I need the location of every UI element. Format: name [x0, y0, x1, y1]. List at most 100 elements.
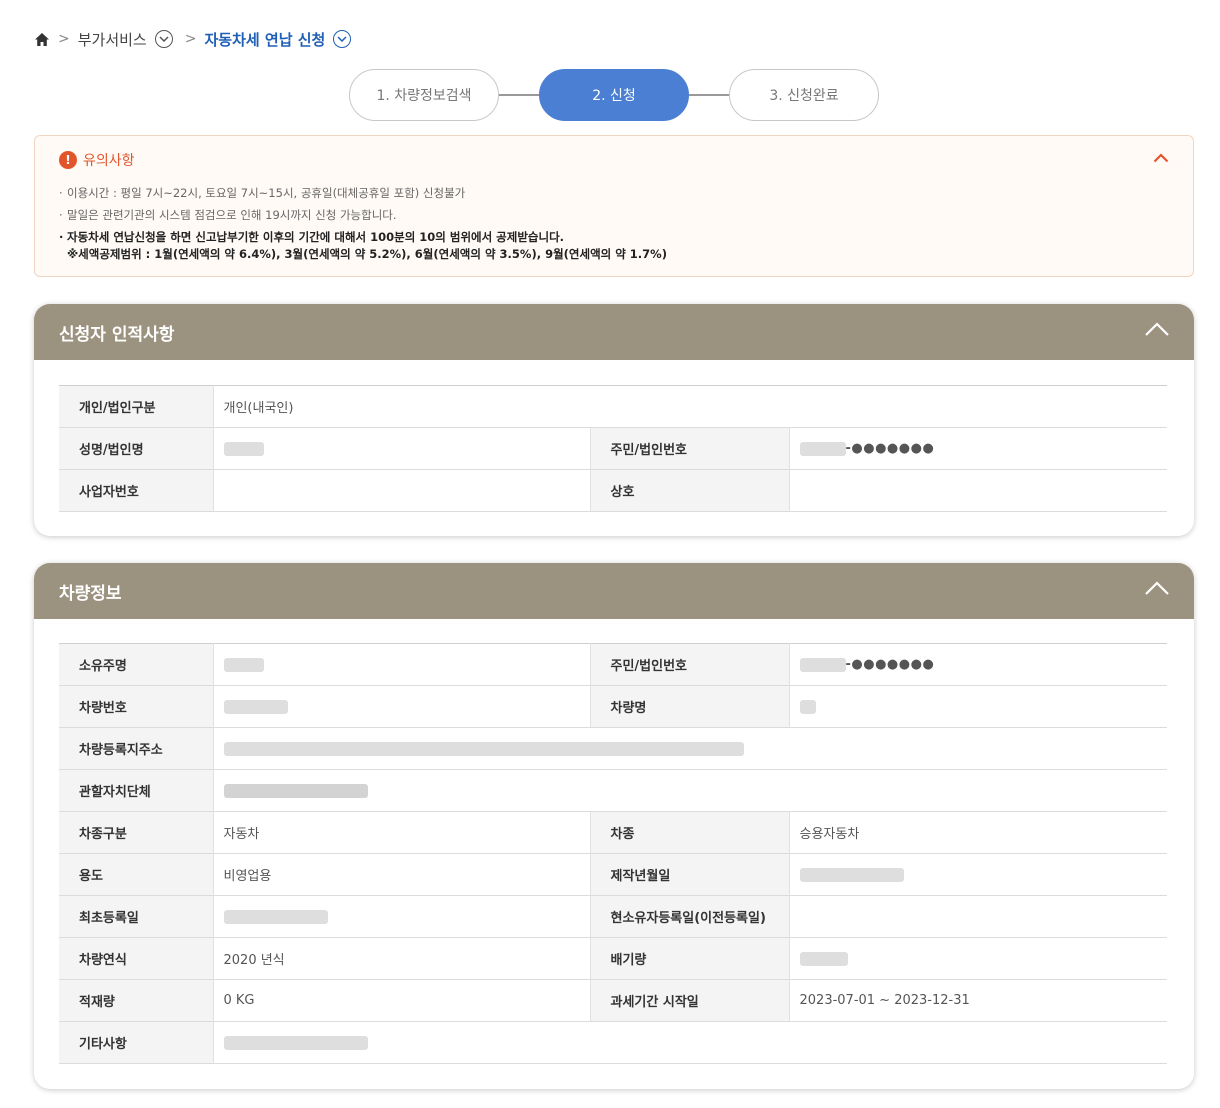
value-rrn: -●●●●●●●	[788, 643, 1167, 686]
step-vehicle-search: 1. 차량정보검색	[349, 69, 499, 121]
redacted-value	[223, 909, 328, 924]
table-row: 적재량 0 KG 과세기간 시작일 2023-07-01 ~ 2023-12-3…	[59, 979, 1167, 1022]
label-owner: 소유주명	[59, 643, 213, 686]
label-name: 성명/법인명	[59, 427, 213, 470]
value-model-year: 2020 년식	[212, 937, 590, 980]
notice-header: ! 유의사항	[59, 150, 135, 170]
label-type: 개인/법인구분	[59, 385, 213, 428]
table-row: 소유주명 주민/법인번호 -●●●●●●●	[59, 643, 1167, 686]
label-district: 관할자치단체	[59, 769, 213, 812]
step-apply: 2. 신청	[539, 69, 689, 121]
value-category: 자동차	[212, 811, 590, 854]
value-owner	[212, 643, 590, 686]
breadcrumb-item-current[interactable]: 자동차세 연납 신청	[204, 29, 325, 50]
vehicle-table: 소유주명 주민/법인번호 -●●●●●●● 차량번호 차량명 차량등록지주소 관…	[59, 643, 1167, 1064]
panel-title: 신청자 인적사항	[59, 324, 175, 345]
redacted-value	[799, 699, 816, 714]
value-displacement	[788, 937, 1167, 980]
label-model-year: 차량연식	[59, 937, 213, 980]
chevron-right-icon: >	[58, 31, 70, 47]
value-address	[212, 727, 1167, 770]
value-tax-period: 2023-07-01 ~ 2023-12-31	[788, 979, 1167, 1022]
chevron-down-icon[interactable]	[333, 30, 352, 48]
label-first-reg: 최초등록일	[59, 895, 213, 938]
panel-header: 차량정보	[34, 563, 1194, 619]
redacted-value	[223, 1035, 368, 1050]
value-plate	[212, 685, 590, 728]
value-type: 개인(내국인)	[212, 385, 1168, 428]
redacted-value	[223, 699, 288, 714]
step-indicator: 1. 차량정보검색 2. 신청 3. 신청완료	[349, 69, 879, 121]
value-owner-reg	[788, 895, 1167, 938]
label-load: 적재량	[59, 979, 213, 1022]
applicant-panel: 신청자 인적사항 개인/법인구분 개인(내국인) 성명/법인명 주민/법인번호 …	[34, 304, 1194, 536]
value-biz-no	[212, 469, 590, 512]
notice-item: 이용시간 : 평일 7시~22시, 토요일 7시~15시, 공휴일(대체공휴일 …	[59, 182, 667, 204]
notice-list: 이용시간 : 평일 7시~22시, 토요일 7시~15시, 공휴일(대체공휴일 …	[59, 182, 667, 263]
table-row: 관할자치단체	[59, 769, 1167, 812]
chevron-right-icon: >	[184, 31, 197, 47]
label-plate: 차량번호	[59, 685, 213, 728]
value-company	[788, 469, 1168, 512]
label-owner-reg: 현소유자등록일(이전등록일)	[589, 895, 789, 938]
vehicle-panel: 차량정보 소유주명 주민/법인번호 -●●●●●●● 차량번호 차량명 차량등록…	[34, 563, 1194, 1089]
breadcrumb: > 부가서비스 > 자동차세 연납 신청	[34, 27, 352, 51]
label-car-type: 차종	[589, 811, 789, 854]
label-category: 차종구분	[59, 811, 213, 854]
breadcrumb-item-services[interactable]: 부가서비스	[78, 29, 147, 50]
table-row: 성명/법인명 주민/법인번호 -●●●●●●●	[59, 427, 1168, 470]
redacted-value	[799, 657, 846, 672]
notice-item-highlight: 자동차세 연납신청을 하면 신고납부기한 이후의 기간에 대해서 100분의 1…	[59, 229, 667, 263]
label-usage: 용도	[59, 853, 213, 896]
table-row: 사업자번호 상호	[59, 469, 1168, 512]
label-address: 차량등록지주소	[59, 727, 213, 770]
label-biz-no: 사업자번호	[59, 469, 213, 512]
chevron-up-icon[interactable]	[1153, 152, 1169, 167]
value-district	[212, 769, 1167, 812]
chevron-down-icon[interactable]	[154, 30, 173, 48]
label-model: 차량명	[589, 685, 789, 728]
redacted-value	[799, 441, 846, 456]
redacted-value	[799, 951, 848, 966]
table-row: 기타사항	[59, 1021, 1167, 1064]
value-etc	[212, 1021, 1167, 1064]
notice-title: 유의사항	[83, 153, 135, 169]
value-model	[788, 685, 1167, 728]
value-first-reg	[212, 895, 590, 938]
label-company: 상호	[589, 469, 789, 512]
label-tax-period: 과세기간 시작일	[589, 979, 789, 1022]
home-icon[interactable]	[34, 32, 50, 47]
label-rrn: 주민/법인번호	[589, 643, 789, 686]
redacted-value	[223, 441, 264, 456]
applicant-table: 개인/법인구분 개인(내국인) 성명/법인명 주민/법인번호 -●●●●●●● …	[59, 385, 1168, 512]
value-car-type: 승용자동차	[788, 811, 1167, 854]
step-connector	[689, 94, 729, 96]
label-etc: 기타사항	[59, 1021, 213, 1064]
value-manufacture-date	[788, 853, 1167, 896]
redacted-value	[799, 867, 904, 882]
panel-header: 신청자 인적사항	[34, 304, 1194, 360]
notice-box: ! 유의사항 이용시간 : 평일 7시~22시, 토요일 7시~15시, 공휴일…	[34, 135, 1194, 277]
chevron-up-icon[interactable]	[1144, 321, 1170, 341]
table-row: 차량등록지주소	[59, 727, 1167, 770]
redacted-value	[223, 783, 368, 798]
label-manufacture-date: 제작년월일	[589, 853, 789, 896]
label-rrn: 주민/법인번호	[589, 427, 789, 470]
value-load: 0 KG	[212, 979, 590, 1022]
value-rrn: -●●●●●●●	[788, 427, 1168, 470]
redacted-value	[223, 741, 744, 756]
table-row: 용도 비영업용 제작년월일	[59, 853, 1167, 896]
step-connector	[499, 94, 539, 96]
label-displacement: 배기량	[589, 937, 789, 980]
notice-item: 말일은 관련기관의 시스템 점검으로 인해 19시까지 신청 가능합니다.	[59, 204, 667, 226]
table-row: 차종구분 자동차 차종 승용자동차	[59, 811, 1167, 854]
step-complete: 3. 신청완료	[729, 69, 879, 121]
value-usage: 비영업용	[212, 853, 590, 896]
table-row: 차량번호 차량명	[59, 685, 1167, 728]
alert-icon: !	[59, 151, 77, 169]
redacted-value	[223, 657, 264, 672]
chevron-up-icon[interactable]	[1144, 580, 1170, 600]
table-row: 차량연식 2020 년식 배기량	[59, 937, 1167, 980]
value-name	[212, 427, 590, 470]
table-row: 개인/법인구분 개인(내국인)	[59, 385, 1168, 428]
